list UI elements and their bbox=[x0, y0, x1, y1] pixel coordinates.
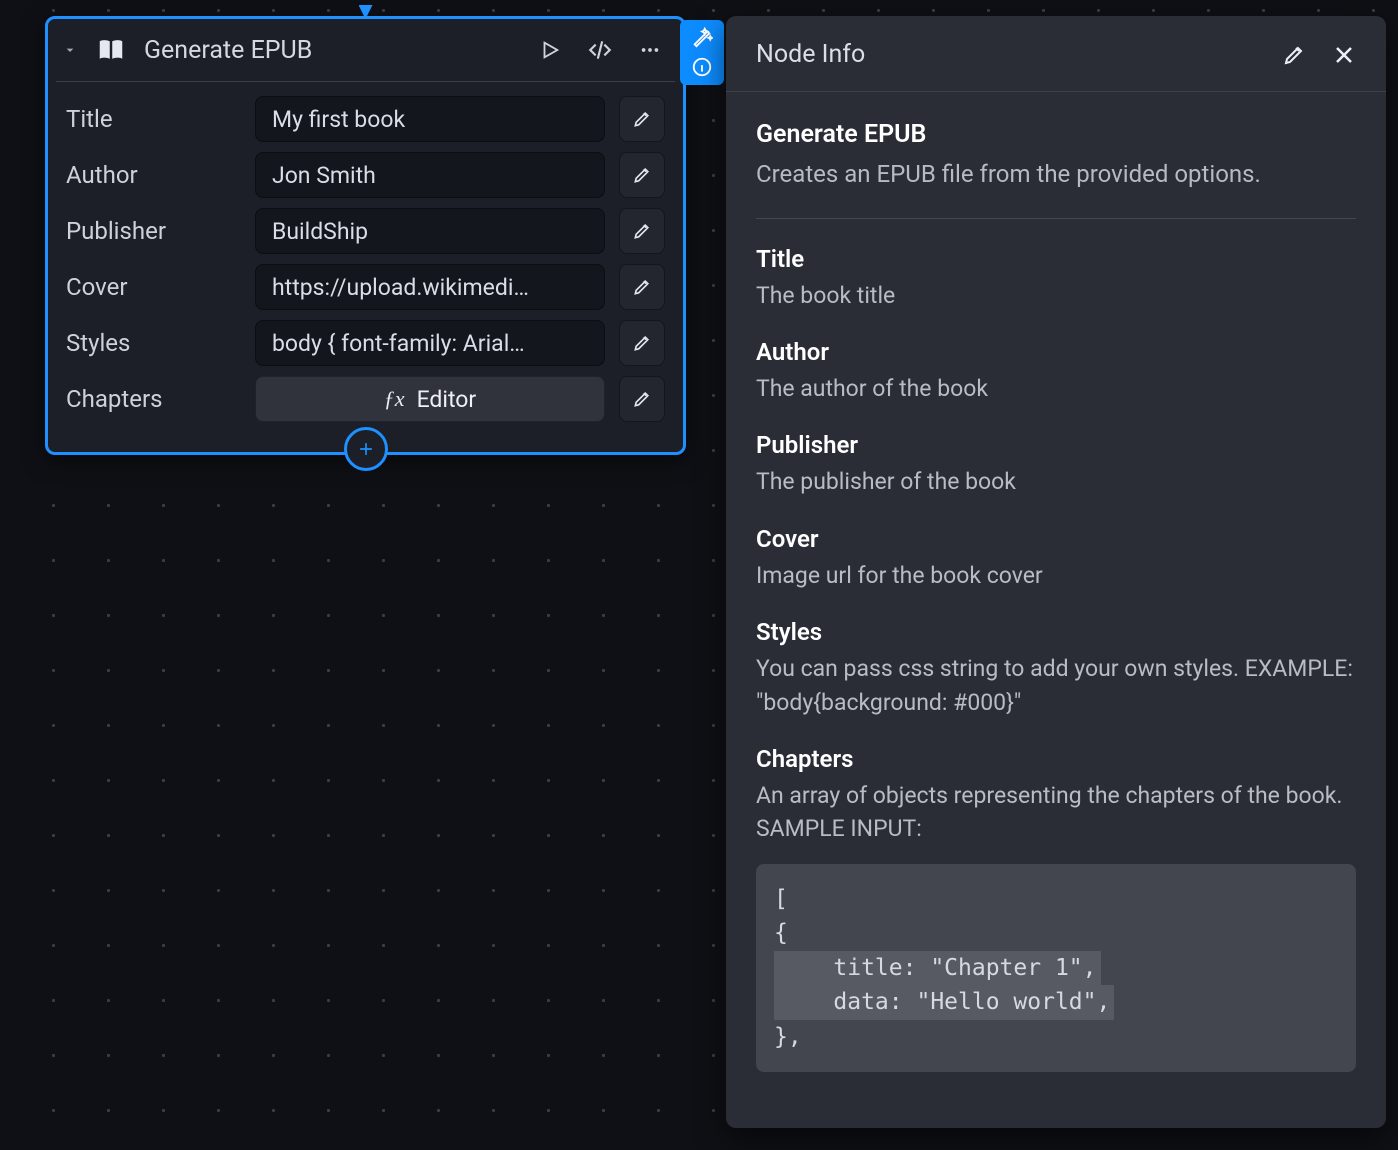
styles-input[interactable]: body { font-family: Arial… bbox=[255, 320, 605, 366]
sample-code-block: [ { title: "Chapter 1", data: "Hello wor… bbox=[756, 864, 1356, 1073]
title-input[interactable]: My first book bbox=[255, 96, 605, 142]
section-styles: Styles You can pass css string to add yo… bbox=[756, 618, 1356, 719]
code-line: data: "Hello world", bbox=[774, 985, 1114, 1020]
section-publisher: Publisher The publisher of the book bbox=[756, 431, 1356, 498]
field-label: Author bbox=[66, 161, 241, 189]
field-author: Author Jon Smith bbox=[66, 152, 665, 198]
edit-author-button[interactable] bbox=[619, 152, 665, 198]
info-icon[interactable] bbox=[690, 55, 714, 79]
magic-wand-icon[interactable] bbox=[690, 25, 714, 49]
cover-input[interactable]: https://upload.wikimedi… bbox=[255, 264, 605, 310]
chapters-editor-button[interactable]: ƒx Editor bbox=[255, 376, 605, 422]
section-heading: Title bbox=[756, 245, 1356, 273]
code-button[interactable] bbox=[583, 33, 617, 67]
field-label: Publisher bbox=[66, 217, 241, 245]
panel-title: Generate EPUB bbox=[756, 120, 1356, 149]
author-input[interactable]: Jon Smith bbox=[255, 152, 605, 198]
panel-body: Generate EPUB Creates an EPUB file from … bbox=[726, 92, 1386, 1102]
panel-header-title: Node Info bbox=[756, 40, 865, 69]
edit-publisher-button[interactable] bbox=[619, 208, 665, 254]
section-desc: The publisher of the book bbox=[756, 465, 1356, 498]
section-title: Title The book title bbox=[756, 245, 1356, 312]
divider bbox=[756, 218, 1356, 219]
code-line: { bbox=[774, 920, 788, 946]
section-desc: You can pass css string to add your own … bbox=[756, 652, 1356, 719]
section-heading: Author bbox=[756, 338, 1356, 366]
section-heading: Chapters bbox=[756, 745, 1356, 773]
section-heading: Cover bbox=[756, 525, 1356, 553]
section-desc: Image url for the book cover bbox=[756, 559, 1356, 592]
field-chapters: Chapters ƒx Editor bbox=[66, 376, 665, 422]
add-node-button[interactable] bbox=[344, 427, 388, 471]
panel-header: Node Info bbox=[726, 16, 1386, 92]
panel-subtitle: Creates an EPUB file from the provided o… bbox=[756, 157, 1356, 192]
edit-cover-button[interactable] bbox=[619, 264, 665, 310]
book-icon bbox=[96, 35, 126, 65]
section-desc: The book title bbox=[756, 279, 1356, 312]
section-desc: The author of the book bbox=[756, 372, 1356, 405]
section-cover: Cover Image url for the book cover bbox=[756, 525, 1356, 592]
run-button[interactable] bbox=[535, 35, 565, 65]
node-title: Generate EPUB bbox=[144, 36, 517, 65]
panel-close-button[interactable] bbox=[1332, 43, 1356, 67]
field-label: Title bbox=[66, 105, 241, 133]
edit-styles-button[interactable] bbox=[619, 320, 665, 366]
section-author: Author The author of the book bbox=[756, 338, 1356, 405]
field-title: Title My first book bbox=[66, 96, 665, 142]
section-heading: Styles bbox=[756, 618, 1356, 646]
section-desc: An array of objects representing the cha… bbox=[756, 779, 1356, 846]
collapse-toggle[interactable] bbox=[62, 42, 78, 58]
code-line: [ bbox=[774, 886, 788, 912]
edit-title-button[interactable] bbox=[619, 96, 665, 142]
code-line: }, bbox=[774, 1024, 802, 1050]
code-line: title: "Chapter 1", bbox=[774, 951, 1101, 986]
publisher-input[interactable]: BuildShip bbox=[255, 208, 605, 254]
node-header: Generate EPUB bbox=[48, 19, 683, 81]
field-cover: Cover https://upload.wikimedi… bbox=[66, 264, 665, 310]
edit-chapters-button[interactable] bbox=[619, 376, 665, 422]
fx-icon: ƒx bbox=[384, 386, 405, 412]
more-button[interactable] bbox=[635, 35, 665, 65]
field-styles: Styles body { font-family: Arial… bbox=[66, 320, 665, 366]
field-label: Chapters bbox=[66, 385, 241, 413]
node-body: Title My first book Author Jon Smith Pub… bbox=[48, 82, 683, 452]
section-chapters: Chapters An array of objects representin… bbox=[756, 745, 1356, 1072]
field-publisher: Publisher BuildShip bbox=[66, 208, 665, 254]
editor-label: Editor bbox=[417, 386, 477, 413]
node-info-panel: Node Info Generate EPUB Creates an EPUB … bbox=[726, 16, 1386, 1128]
field-label: Cover bbox=[66, 273, 241, 301]
section-heading: Publisher bbox=[756, 431, 1356, 459]
field-label: Styles bbox=[66, 329, 241, 357]
side-badges bbox=[680, 20, 724, 85]
node-card: Generate EPUB Title My first book Author… bbox=[45, 16, 686, 455]
panel-edit-button[interactable] bbox=[1282, 43, 1306, 67]
